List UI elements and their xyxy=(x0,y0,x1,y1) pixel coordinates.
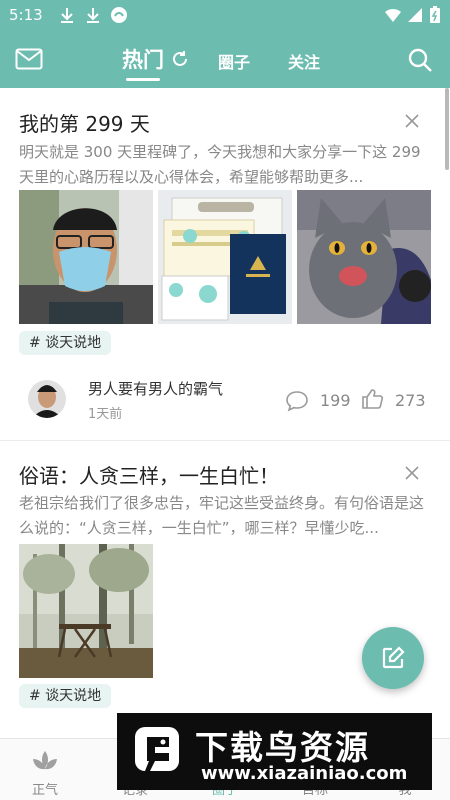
post-time: 1天前 xyxy=(88,407,123,422)
edit-icon xyxy=(382,646,405,669)
nav-label: 正气 xyxy=(31,783,58,798)
bird-logo-icon xyxy=(135,727,179,773)
battery-icon xyxy=(430,6,440,23)
close-icon[interactable] xyxy=(403,112,421,130)
post-image-forest[interactable] xyxy=(19,544,153,678)
tab-hot[interactable]: 热门 xyxy=(122,44,164,74)
banner-title: 下载鸟资源 xyxy=(195,728,370,767)
scrollbar[interactable] xyxy=(445,88,449,170)
comment-count: 199 xyxy=(320,391,351,410)
close-icon[interactable] xyxy=(403,464,421,482)
post-title[interactable]: 俗语：人贪三样，一生白忙！ xyxy=(19,460,279,489)
refresh-icon[interactable] xyxy=(171,50,189,68)
post-image-certificate[interactable] xyxy=(158,190,292,324)
watermark-banner: 下载鸟资源 www.xiazainiao.com xyxy=(117,713,432,790)
author-name[interactable]: 男人要有男人的霸气 xyxy=(88,378,223,399)
wifi-icon xyxy=(385,8,401,22)
search-icon[interactable] xyxy=(406,46,434,74)
divider xyxy=(0,440,450,441)
compose-button[interactable] xyxy=(362,627,424,689)
download-icon xyxy=(61,8,73,23)
lotus-icon xyxy=(33,751,57,770)
topic-tag[interactable]: # 谈天说地 xyxy=(19,684,112,708)
download-icon xyxy=(87,8,99,23)
topic-tag[interactable]: # 谈天说地 xyxy=(19,331,112,355)
post-title[interactable]: 我的第 299 天 xyxy=(19,108,150,137)
avatar[interactable] xyxy=(28,380,66,418)
post-image-cat[interactable] xyxy=(297,190,431,324)
like-icon[interactable] xyxy=(361,388,383,410)
app-notification-icon xyxy=(111,7,127,23)
signal-icon xyxy=(408,8,422,22)
post-excerpt[interactable]: 老祖宗给我们了很多忠告，牢记这些受益终身。有句俗语是这么说的：“人贪三样，一生白… xyxy=(19,491,431,541)
top-bar: 热门 圈子 关注 xyxy=(0,32,450,88)
tab-circle[interactable]: 圈子 xyxy=(218,49,250,73)
banner-url: www.xiazainiao.com xyxy=(201,763,408,784)
comment-icon[interactable] xyxy=(285,390,309,412)
status-bar: 5:13 xyxy=(0,0,450,32)
tab-follow[interactable]: 关注 xyxy=(288,49,320,73)
status-time: 5:13 xyxy=(9,6,43,24)
like-count: 273 xyxy=(395,391,426,410)
active-tab-indicator xyxy=(126,78,160,81)
mail-icon[interactable] xyxy=(15,48,43,70)
post-excerpt[interactable]: 明天就是 300 天里程碑了，今天我想和大家分享一下这 299 天里的心路历程以… xyxy=(19,140,431,190)
post-image-selfie[interactable] xyxy=(19,190,153,324)
